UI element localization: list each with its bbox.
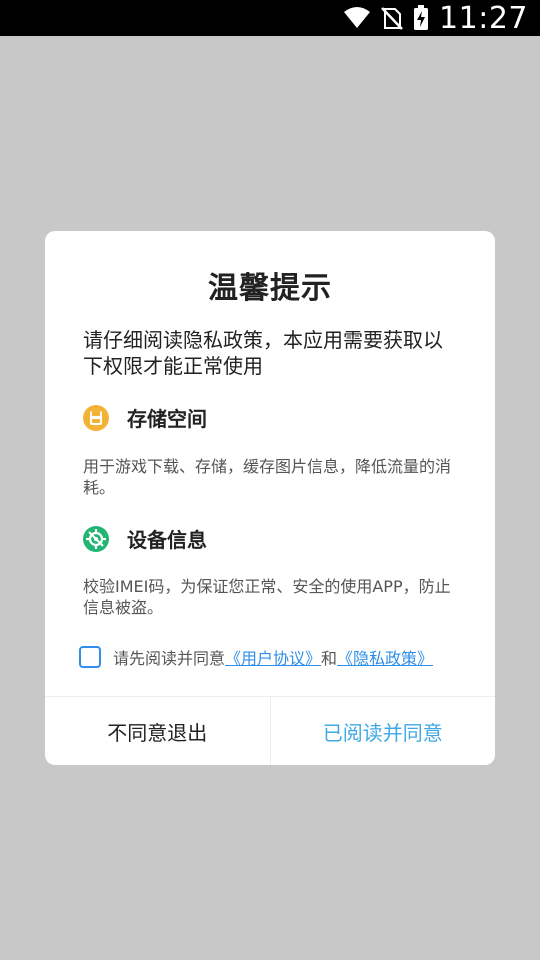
wifi-icon bbox=[344, 7, 371, 28]
section-device-description: 校验IMEI码，为保证您正常、安全的使用APP，防止信息被盗。 bbox=[83, 577, 451, 617]
agreement-conjunction: 和 bbox=[321, 649, 338, 668]
dialog-title: 温馨提示 bbox=[208, 271, 332, 306]
section-device-header: 设备信息 bbox=[83, 524, 207, 553]
user-agreement-link[interactable]: 《用户协议》 bbox=[225, 645, 321, 669]
status-icons: 11:27 bbox=[343, 0, 528, 36]
section-storage-description: 用于游戏下载、存储，缓存图片信息，降低流量的消耗。 bbox=[83, 457, 452, 497]
privacy-dialog: 温馨提示 请仔细阅读隐私政策，本应用需要获取以下权限才能正常使用 存储空间 用于… bbox=[45, 231, 495, 765]
agreement-checkbox[interactable] bbox=[79, 646, 101, 668]
device-settings-icon bbox=[83, 525, 109, 552]
section-device-title: 设备信息 bbox=[127, 528, 207, 552]
storage-icon bbox=[83, 404, 109, 431]
battery-charging-icon bbox=[414, 5, 429, 30]
section-storage-header: 存储空间 bbox=[83, 403, 207, 432]
no-sim-icon bbox=[381, 7, 403, 30]
status-time: 11:27 bbox=[439, 0, 528, 36]
privacy-policy-link[interactable]: 《隐私政策》 bbox=[337, 645, 433, 669]
dialog-intro: 请仔细阅读隐私政策，本应用需要获取以下权限才能正常使用 bbox=[83, 328, 443, 378]
disagree-exit-button[interactable]: 不同意退出 bbox=[45, 697, 271, 765]
section-storage-title: 存储空间 bbox=[127, 407, 207, 431]
agree-button[interactable]: 已阅读并同意 bbox=[271, 697, 496, 765]
agreement-prefix: 请先阅读并同意 bbox=[113, 649, 226, 668]
dialog-footer: 不同意退出 已阅读并同意 bbox=[45, 696, 495, 765]
status-bar: 11:27 bbox=[0, 0, 540, 36]
agreement-row: 请先阅读并同意 《用户协议》 和 《隐私政策》 bbox=[79, 645, 433, 669]
